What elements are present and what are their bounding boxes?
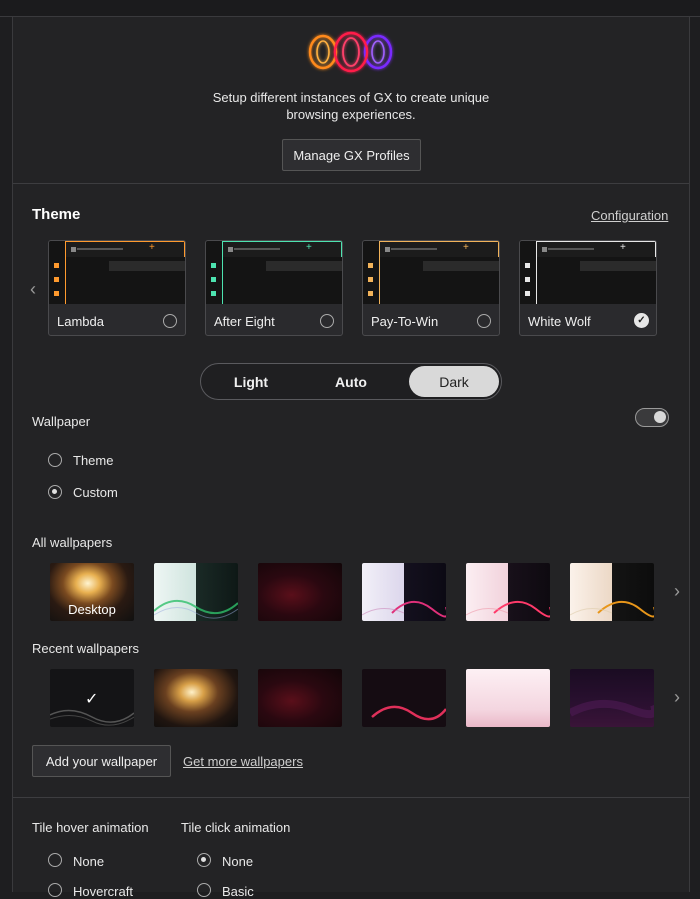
wallpaper-thumbnail[interactable] [258, 669, 342, 727]
gx-profiles-logo [308, 31, 393, 73]
theme-preview: + [49, 241, 185, 304]
wallpaper-label: Desktop [68, 602, 116, 617]
manage-gx-profiles-button[interactable]: Manage GX Profiles [282, 139, 421, 171]
wallpaper-thumbnail[interactable] [154, 669, 238, 727]
get-more-wallpapers-link[interactable]: Get more wallpapers [183, 754, 303, 769]
theme-radio[interactable] [477, 314, 491, 328]
wallpaper-desktop[interactable]: Desktop [50, 563, 134, 621]
check-icon[interactable]: ✓ [634, 313, 649, 328]
wallpaper-custom-radio[interactable] [48, 485, 62, 499]
wallpaper-thumbnail[interactable] [570, 669, 654, 727]
add-wallpaper-button[interactable]: Add your wallpaper [32, 745, 171, 777]
theme-preview: + [363, 241, 499, 304]
tile-hover-animation-title: Tile hover animation [32, 820, 149, 835]
mode-light-button[interactable]: Light [203, 366, 299, 397]
theme-radio[interactable] [163, 314, 177, 328]
configuration-link[interactable]: Configuration [591, 208, 668, 223]
divider [13, 183, 689, 184]
wallpaper-theme-label: Theme [73, 453, 114, 468]
hover-hovercraft-radio[interactable] [48, 883, 62, 897]
settings-panel: Setup different instances of GX to creat… [12, 17, 690, 899]
click-basic-radio[interactable] [197, 883, 211, 897]
chevron-left-icon[interactable]: ‹ [30, 279, 36, 300]
recent-wallpapers-title: Recent wallpapers [32, 641, 139, 656]
check-icon: ✓ [85, 691, 99, 708]
theme-card-pay-to-win[interactable]: + Pay-To-Win [362, 240, 500, 336]
chevron-right-icon[interactable]: › [674, 687, 680, 708]
theme-card-after-eight[interactable]: + After Eight [205, 240, 343, 336]
wallpaper-thumbnail[interactable] [258, 563, 342, 621]
wallpaper-toggle[interactable] [635, 408, 669, 427]
click-none-label: None [222, 854, 254, 869]
theme-radio[interactable] [320, 314, 334, 328]
theme-label: Pay-To-Win [371, 314, 439, 329]
profiles-description: Setup different instances of GX to creat… [212, 90, 490, 122]
recent-wallpaper-selected[interactable]: ✓ [50, 669, 134, 727]
wallpaper-title: Wallpaper [32, 414, 91, 429]
theme-preview: + [206, 241, 342, 304]
theme-title: Theme [32, 206, 81, 223]
top-bar [0, 0, 700, 17]
theme-label: After Eight [214, 314, 275, 329]
chevron-right-icon[interactable]: › [674, 581, 680, 602]
wallpaper-theme-radio[interactable] [48, 453, 62, 467]
tile-click-animation-title: Tile click animation [181, 820, 291, 835]
theme-preview: + [520, 241, 656, 304]
hover-none-label: None [73, 854, 105, 869]
wallpaper-thumbnail[interactable] [154, 563, 238, 621]
wallpaper-thumbnail[interactable] [570, 563, 654, 621]
gx-profiles-section: Setup different instances of GX to creat… [13, 17, 689, 183]
wallpaper-custom-label: Custom [73, 485, 118, 500]
all-wallpapers-title: All wallpapers [32, 535, 113, 550]
mode-dark-button[interactable]: Dark [409, 366, 499, 397]
wallpaper-thumbnail[interactable] [362, 563, 446, 621]
hover-none-radio[interactable] [48, 853, 62, 867]
wallpaper-thumbnail[interactable] [362, 669, 446, 727]
wallpaper-thumbnail[interactable] [466, 563, 550, 621]
divider [13, 797, 689, 798]
theme-mode-switch: Light Auto Dark [200, 363, 502, 400]
theme-label: Lambda [57, 314, 104, 329]
theme-label: White Wolf [528, 314, 591, 329]
click-none-radio[interactable] [197, 853, 211, 867]
wallpaper-thumbnail[interactable] [466, 669, 550, 727]
theme-card-white-wolf[interactable]: + White Wolf ✓ [519, 240, 657, 336]
theme-card-lambda[interactable]: + Lambda [48, 240, 186, 336]
mode-auto-button[interactable]: Auto [303, 366, 399, 397]
